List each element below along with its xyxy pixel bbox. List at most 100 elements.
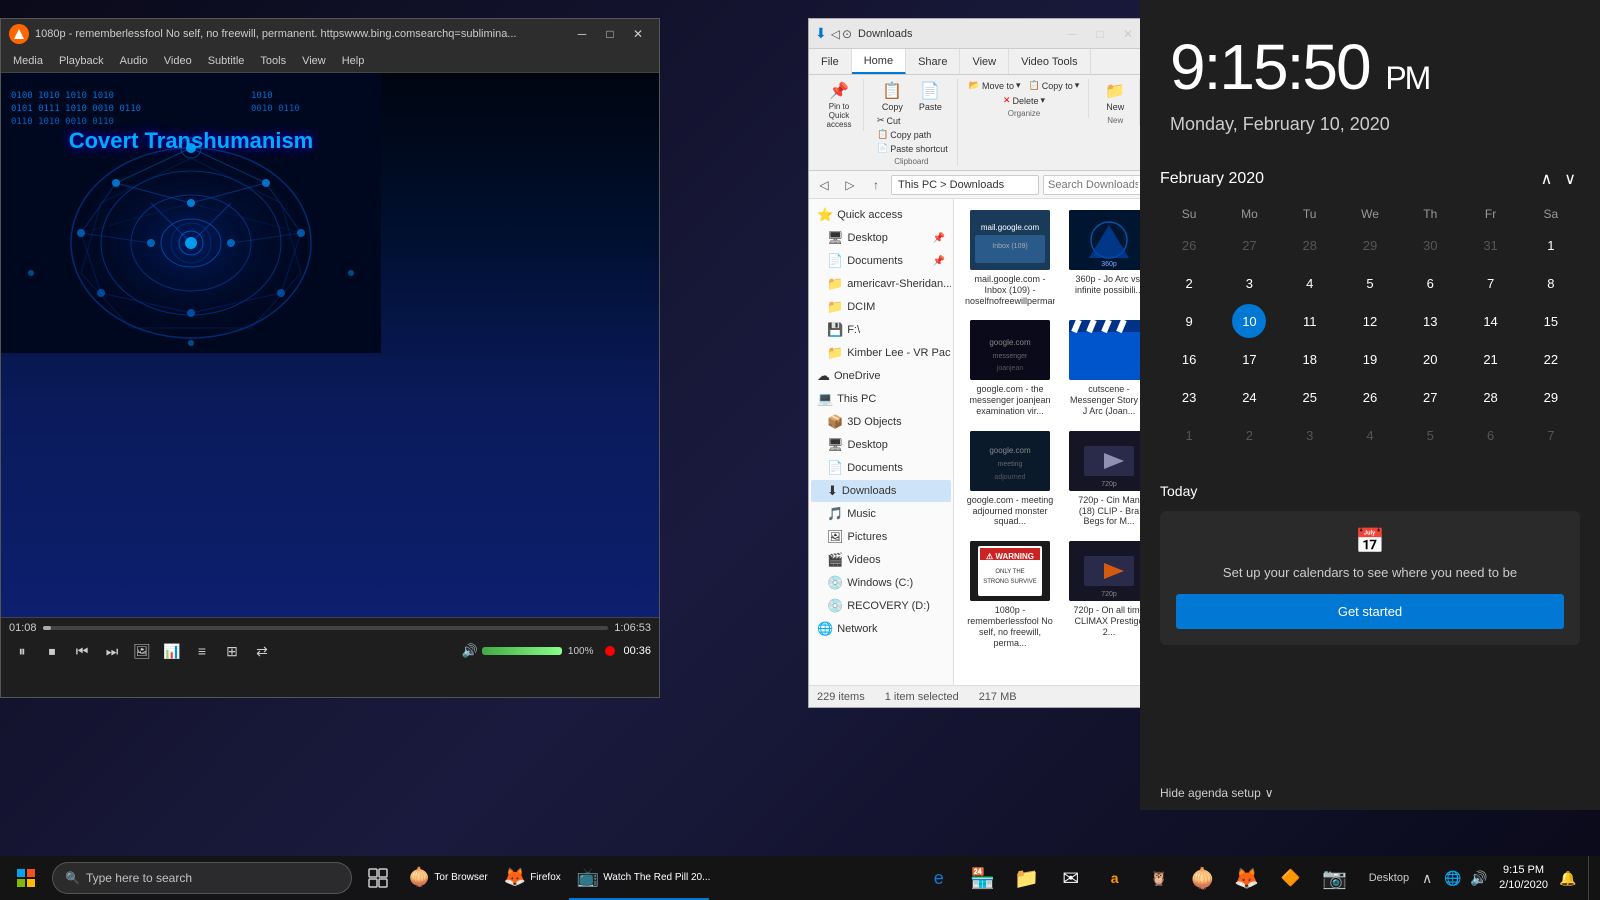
explorer-minimize-button[interactable]: ─ [1059,23,1085,45]
delete-button[interactable]: ✕Delete▾ [1000,94,1048,107]
cal-day[interactable]: 11 [1293,304,1327,338]
taskbar-amazon-icon[interactable]: a [1093,856,1137,900]
task-view-button[interactable] [356,856,400,900]
vlc-prev-button[interactable]: ⏮ [69,638,95,664]
explorer-close-button[interactable]: ✕ [1115,23,1141,45]
sidebar-item-this-pc[interactable]: 💻 This PC [811,388,951,410]
taskbar-camera-icon[interactable]: 📷 [1313,856,1357,900]
cal-day[interactable]: 13 [1413,304,1447,338]
ribbon-tab-video-tools[interactable]: Video Tools [1009,49,1090,74]
cal-day[interactable]: 26 [1353,380,1387,414]
file-item[interactable]: cutscene - Messenger Story of J Arc (Joa… [1064,315,1147,421]
taskbar-firefox-tray-icon[interactable]: 🦊 [1225,856,1269,900]
calendar-prev-button[interactable]: ∧ [1537,165,1557,193]
cal-day[interactable]: 3 [1232,266,1266,300]
taskbar-folder-icon[interactable]: 📁 [1005,856,1049,900]
file-item[interactable]: google.com meeting adjourned google.com … [960,426,1060,532]
sidebar-item-dcim[interactable]: 📁 DCIM [811,296,951,318]
new-folder-button[interactable]: 📁 New [1097,79,1133,114]
up-button[interactable]: ↑ [865,174,887,196]
cal-day[interactable]: 30 [1413,228,1447,262]
taskbar-store-icon[interactable]: 🏪 [961,856,1005,900]
sidebar-item-desktop[interactable]: 🖥 Desktop [811,434,951,456]
cal-day[interactable]: 27 [1413,380,1447,414]
copy-to-button[interactable]: 📋Copy to▾ [1026,79,1083,92]
vlc-list-button[interactable]: ≡ [189,638,215,664]
vlc-menu-help[interactable]: Help [334,49,373,72]
ribbon-tab-file[interactable]: File [809,49,852,74]
desktop-label[interactable]: Desktop [1365,872,1413,884]
address-path[interactable]: This PC > Downloads [891,175,1039,195]
ribbon-tab-share[interactable]: Share [906,49,960,74]
cal-day[interactable]: 7 [1474,266,1508,300]
ribbon-tab-home[interactable]: Home [852,49,906,74]
cal-day[interactable]: 4 [1353,418,1387,452]
explorer-maximize-button[interactable]: □ [1087,23,1113,45]
vlc-menu-subtitle[interactable]: Subtitle [200,49,253,72]
cal-day[interactable]: 4 [1293,266,1327,300]
vlc-menu-playback[interactable]: Playback [51,49,112,72]
taskbar-vlc-tray-icon[interactable]: 🔶 [1269,856,1313,900]
vlc-next-button[interactable]: ⏭ [99,638,125,664]
tray-expand-button[interactable]: ∧ [1415,866,1439,890]
get-started-button[interactable]: Get started [1176,594,1564,629]
sidebar-item-windows-c[interactable]: 💿 Windows (C:) [811,572,951,594]
taskbar-app-vlc[interactable]: 📺 Watch The Red Pill 20... [569,856,709,900]
file-item[interactable]: 720p 720p - Cin Man (18) CLIP - Bra Begs… [1064,426,1147,532]
file-item[interactable]: 360p 360p - Jo Arc vs. infinite possibil… [1064,205,1147,311]
sidebar-item-3d-objects[interactable]: 📦 3D Objects [811,411,951,433]
vlc-menu-media[interactable]: Media [5,49,51,72]
sidebar-item-music[interactable]: 🎵 Music [811,503,951,525]
cal-day[interactable]: 9 [1172,304,1206,338]
sidebar-item-kimberlee[interactable]: 📁 Kimber Lee - VR Pac... [811,342,951,364]
forward-button[interactable]: ▷ [839,174,861,196]
sidebar-item-network[interactable]: 🌐 Network [811,618,951,640]
cal-day[interactable]: 19 [1353,342,1387,376]
cal-day[interactable]: 3 [1293,418,1327,452]
cal-day[interactable]: 28 [1474,380,1508,414]
search-input[interactable] [1043,175,1143,195]
hide-agenda-button[interactable]: Hide agenda setup ∨ [1140,776,1600,810]
vlc-volume-slider[interactable] [482,647,562,655]
cal-day[interactable]: 22 [1534,342,1568,376]
cal-day[interactable]: 1 [1534,228,1568,262]
ribbon-tab-view[interactable]: View [960,49,1009,74]
cal-day[interactable]: 24 [1232,380,1266,414]
file-item[interactable]: ⚠ WARNING ONLY THE STRONG SURVIVE 1080p … [960,536,1060,653]
cal-day[interactable]: 31 [1474,228,1508,262]
cal-day[interactable]: 25 [1293,380,1327,414]
file-item[interactable]: google.com messenger joanjean google.com… [960,315,1060,421]
sidebar-item-recovery-d[interactable]: 💿 RECOVERY (D:) [811,595,951,617]
taskbar-app-tor-browser[interactable]: 🧅 Tor Browser [400,856,496,900]
cal-day-today[interactable]: 10 [1232,304,1266,338]
sidebar-item-pictures[interactable]: 🖼 Pictures [811,526,951,548]
copy-button[interactable]: 📋 Copy [874,79,910,114]
cal-day[interactable]: 2 [1172,266,1206,300]
cal-day[interactable]: 18 [1293,342,1327,376]
cal-day[interactable]: 7 [1534,418,1568,452]
taskbar-tripadvisor-icon[interactable]: 🦉 [1137,856,1181,900]
vlc-progress-bar[interactable] [43,626,609,630]
taskbar-mail-icon[interactable]: ✉ [1049,856,1093,900]
taskbar-tor-tray-icon[interactable]: 🧅 [1181,856,1225,900]
file-item[interactable]: 720p 720p - On all time CLIMAX Prestige … [1064,536,1147,653]
vlc-frame-button[interactable]: 🖼 [129,638,155,664]
vlc-close-button[interactable]: ✕ [625,23,651,45]
cal-day[interactable]: 15 [1534,304,1568,338]
cal-day[interactable]: 14 [1474,304,1508,338]
pin-to-quick-access-button[interactable]: 📌 Pin to Quick access [821,79,857,131]
copy-path-button[interactable]: 📋Copy path [874,128,951,141]
paste-button[interactable]: 📄 Paste [912,79,948,114]
calendar-next-button[interactable]: ∨ [1560,165,1580,193]
cal-day[interactable]: 29 [1534,380,1568,414]
cal-day[interactable]: 27 [1232,228,1266,262]
vlc-eq-button[interactable]: 📊 [159,638,185,664]
cal-day[interactable]: 26 [1172,228,1206,262]
cal-day[interactable]: 21 [1474,342,1508,376]
move-to-button[interactable]: 📂Move to▾ [966,79,1024,92]
vlc-menu-view[interactable]: View [294,49,334,72]
sidebar-item-documents-pinned[interactable]: 📄 Documents 📌 [811,250,951,272]
network-tray-icon[interactable]: 🌐 [1441,866,1465,890]
vlc-maximize-button[interactable]: □ [597,23,623,45]
cal-day[interactable]: 5 [1353,266,1387,300]
